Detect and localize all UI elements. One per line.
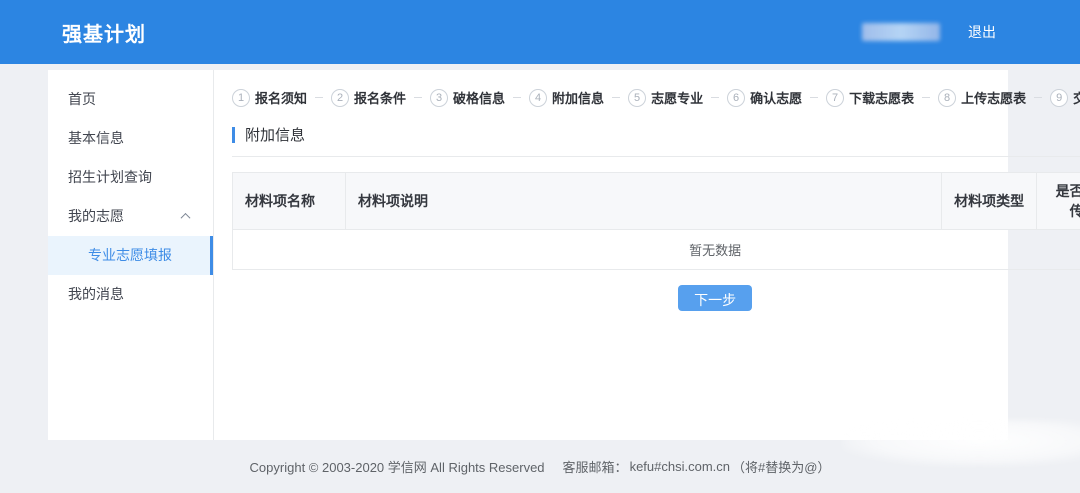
step-item-9: 9 交费: [1050, 88, 1080, 107]
step-label: 交费: [1073, 88, 1080, 107]
step-item-1: 1 报名须知: [232, 88, 307, 107]
service-email-text: 客服邮箱： kefu#chsi.com.cn （将#替换为@）: [563, 457, 831, 476]
step-item-3: 3 破格信息: [430, 88, 505, 107]
step-label: 破格信息: [453, 88, 505, 107]
sidebar-item-label: 我的志愿: [68, 197, 124, 236]
step-number: 8: [938, 89, 956, 107]
section-head: 附加信息: [232, 124, 1080, 157]
step-item-8: 8 上传志愿表: [938, 88, 1026, 107]
service-email-label: 客服邮箱：: [563, 457, 628, 476]
step-number: 2: [331, 89, 349, 107]
step-item-5: 5 志愿专业: [628, 88, 703, 107]
step-number: 7: [826, 89, 844, 107]
table-empty-row: 暂无数据: [233, 230, 1080, 270]
column-header-uploaded: 是否上传: [1037, 173, 1080, 230]
step-connector: [1034, 97, 1042, 98]
steps-bar: 1 报名须知 2 报名条件 3 破格信息 4 附加信息 5 志愿专业: [232, 88, 1080, 107]
step-label: 报名条件: [354, 88, 406, 107]
copyright-text: Copyright © 2003-2020 学信网 All Rights Res…: [250, 457, 545, 476]
sidebar-item-basic-info[interactable]: 基本信息: [48, 119, 213, 158]
logout-button[interactable]: 退出: [968, 22, 996, 42]
step-item-7: 7 下载志愿表: [826, 88, 914, 107]
sidebar-item-label: 基本信息: [68, 119, 124, 158]
materials-table: 材料项名称 材料项说明 材料项类型 是否上传 操作 暂无数据: [232, 172, 1080, 270]
button-row: 下一步: [232, 285, 1080, 311]
column-header-material-description: 材料项说明: [346, 173, 942, 230]
page-footer: Copyright © 2003-2020 学信网 All Rights Res…: [0, 440, 1080, 493]
step-connector: [513, 97, 521, 98]
step-number: 4: [529, 89, 547, 107]
sidebar-item-home[interactable]: 首页: [48, 80, 213, 119]
step-number: 9: [1050, 89, 1068, 107]
sidebar-item-my-messages[interactable]: 我的消息: [48, 275, 213, 314]
step-label: 下载志愿表: [849, 88, 914, 107]
step-label: 确认志愿: [750, 88, 802, 107]
step-number: 6: [727, 89, 745, 107]
step-item-2: 2 报名条件: [331, 88, 406, 107]
chevron-up-icon: [181, 213, 191, 223]
sidebar-item-label: 招生计划查询: [68, 158, 152, 197]
sidebar-item-major-preference-filling[interactable]: 专业志愿填报: [48, 236, 213, 275]
column-header-material-name: 材料项名称: [233, 173, 346, 230]
section-accent-bar: [232, 127, 235, 143]
step-label: 附加信息: [552, 88, 604, 107]
sidebar-item-label: 我的消息: [68, 275, 124, 314]
service-email-note: （将#替换为@）: [732, 457, 830, 476]
content-card: 首页 基本信息 招生计划查询 我的志愿 专业志愿填报 我的消息 1 报名须知: [48, 70, 1008, 440]
step-label: 志愿专业: [651, 88, 703, 107]
app-header: 强基计划 退出: [0, 0, 1080, 64]
username-redacted: [862, 23, 940, 41]
step-label: 上传志愿表: [961, 88, 1026, 107]
main-content: 1 报名须知 2 报名条件 3 破格信息 4 附加信息 5 志愿专业: [214, 70, 1080, 440]
step-label: 报名须知: [255, 88, 307, 107]
column-header-material-type: 材料项类型: [942, 173, 1037, 230]
next-step-button[interactable]: 下一步: [678, 285, 752, 311]
step-item-6: 6 确认志愿: [727, 88, 802, 107]
step-number: 3: [430, 89, 448, 107]
step-connector: [711, 97, 719, 98]
step-connector: [315, 97, 323, 98]
step-connector: [810, 97, 818, 98]
step-connector: [612, 97, 620, 98]
empty-state-text: 暂无数据: [233, 230, 1080, 270]
table-header-row: 材料项名称 材料项说明 材料项类型 是否上传 操作: [233, 173, 1080, 230]
step-number: 1: [232, 89, 250, 107]
section-title: 附加信息: [245, 124, 305, 145]
sidebar-item-label: 专业志愿填报: [88, 236, 172, 275]
header-right: 退出: [862, 22, 1080, 42]
step-item-4: 4 附加信息: [529, 88, 604, 107]
app-title: 强基计划: [62, 18, 146, 47]
sidebar-item-label: 首页: [68, 80, 96, 119]
sidebar-item-my-preferences[interactable]: 我的志愿: [48, 197, 213, 236]
step-number: 5: [628, 89, 646, 107]
sidebar: 首页 基本信息 招生计划查询 我的志愿 专业志愿填报 我的消息: [48, 70, 214, 440]
step-connector: [414, 97, 422, 98]
service-email-address: kefu#chsi.com.cn: [630, 459, 730, 474]
step-connector: [922, 97, 930, 98]
sidebar-item-admission-plan-query[interactable]: 招生计划查询: [48, 158, 213, 197]
